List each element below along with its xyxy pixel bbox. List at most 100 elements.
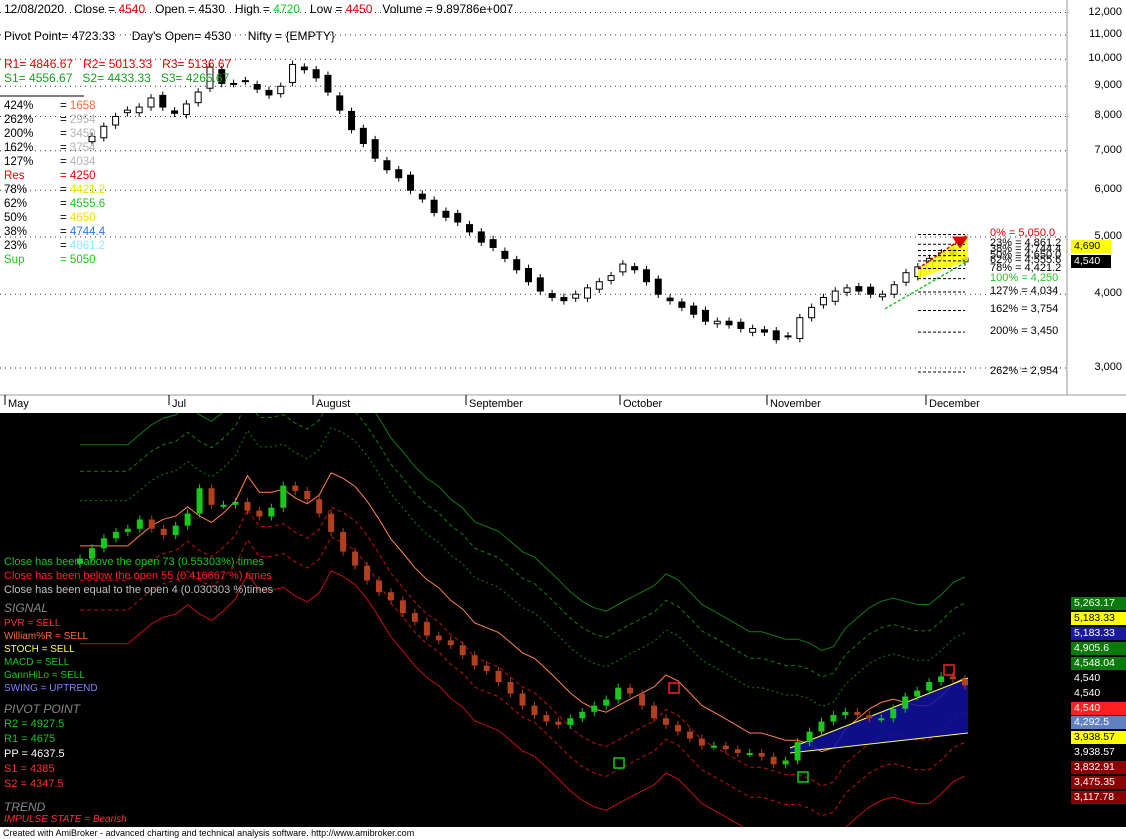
indicator-candle-body [435, 635, 442, 641]
header-low: 4450 [345, 2, 373, 16]
candle-body [560, 296, 568, 302]
candle-body [607, 275, 615, 281]
fib-value: 2954 [69, 114, 96, 126]
candle-body [796, 317, 804, 339]
indicator-value-tag: 4,905.6 [1071, 642, 1126, 655]
candle-body [890, 284, 898, 295]
trend-channel [790, 678, 968, 753]
candle-body [230, 82, 238, 85]
indicator-value-tag: 3,117.78 [1071, 791, 1126, 804]
candle-body [878, 293, 886, 298]
candle-body [383, 160, 391, 171]
candle-body [442, 210, 450, 218]
price-chart-panel[interactable]: 12/08/2020 Close = 4540 Open = 4530 High… [0, 0, 1126, 413]
month-label: May [8, 398, 29, 410]
candle-body [642, 269, 650, 283]
indicator-candle-body [387, 592, 394, 601]
candle-body [336, 95, 344, 111]
indicator-candle-body [531, 705, 538, 716]
fib-eq: = [60, 198, 70, 210]
pivot-title: PIVOT POINT [4, 702, 81, 716]
month-label: August [316, 398, 351, 410]
fib-level-right: 162% = 3,754 [990, 303, 1059, 316]
trend-title: TREND [4, 800, 46, 814]
indicator-candle-body [184, 513, 191, 526]
stat-close-above-open: Close has been above the open 73 (0.5530… [4, 556, 264, 568]
indicator-candle-body [902, 696, 909, 709]
candle-body [583, 287, 591, 299]
fib-level-left: Res = 4250 [4, 170, 96, 182]
chart-header-line1: 12/08/2020 Close = 4540 Open = 4530 High… [4, 2, 513, 16]
indicator-candle-body [782, 760, 789, 765]
indicator-candle-body [579, 711, 586, 719]
candle-body [725, 320, 733, 326]
indicator-candle-body [555, 721, 562, 725]
candle-body [265, 89, 273, 96]
signal-item: STOCH = SELL [4, 644, 75, 655]
candle-body [300, 66, 308, 71]
fib-value: 3450 [69, 128, 96, 140]
indicator-value-tag: 5,263.17 [1071, 597, 1126, 610]
candle-body [678, 301, 686, 308]
candle-body [454, 212, 462, 223]
header-low-label: Low = [309, 2, 346, 16]
candle-body [395, 169, 403, 179]
candle-body [819, 296, 827, 306]
impulse-state: IMPULSE STATE = Bearish [4, 814, 127, 825]
fib-level-left: 262% = 2954 [4, 114, 96, 126]
candle-body [843, 287, 851, 293]
fib-level-left: 62% = 4555.6 [4, 198, 105, 210]
indicator-candle-body [842, 711, 849, 716]
candle-body [666, 297, 674, 302]
price-axis-label: 10,000 [1088, 52, 1122, 65]
indicator-candle-body [328, 513, 335, 532]
fib-pct: Res [4, 170, 25, 182]
signal-item: PVR = SELL [4, 618, 61, 629]
candle-body [737, 321, 745, 329]
header-r2: R2= 5013.33 [83, 57, 153, 71]
fib-value: 1658 [69, 100, 96, 112]
header-high: 4720 [273, 2, 300, 16]
indicator-candle-body [399, 600, 406, 613]
indicator-chart-svg [77, 413, 969, 827]
indicator-value-tag: 3,938.57 [1071, 731, 1126, 744]
indicator-candle-body [423, 621, 430, 636]
candle-body [253, 84, 261, 90]
fib-eq: = [60, 156, 70, 168]
candle-body [159, 94, 167, 108]
header-volume: Volume = 9.89786e+007 [382, 2, 514, 16]
indicator-candle-body [100, 538, 107, 549]
indicator-candle-body [256, 510, 263, 517]
indicator-candle-body [914, 690, 921, 697]
fib-value: 4555.6 [69, 198, 106, 210]
fib-pct: 62% [4, 198, 28, 210]
indicator-candle-body [292, 485, 299, 491]
indicator-candle-body [722, 745, 729, 750]
header-nifty: Nifty = {EMPTY} [247, 29, 335, 43]
candle-body [407, 174, 415, 191]
footer-credit: Created with AmiBroker - advanced charti… [0, 827, 1126, 839]
indicator-candle-body [459, 645, 466, 656]
candle-body [619, 263, 627, 273]
candle-body [701, 309, 709, 322]
indicator-candle-body [340, 531, 347, 552]
fib-level-right: 200% = 3,450 [990, 325, 1059, 338]
fib-level-left: 78% = 4421.2 [4, 184, 105, 196]
fib-value: 4744.4 [69, 226, 106, 238]
indicator-candle-body [483, 665, 490, 671]
fib-level-left: Sup = 5050 [4, 254, 96, 266]
header-r3: R3= 5136.67 [162, 57, 232, 71]
fib-value: 4421.2 [69, 184, 106, 196]
fib-level-left: 200% = 3450 [4, 128, 96, 140]
candle-body [831, 290, 839, 302]
indicator-panel[interactable]: Close has been above the open 73 (0.5530… [0, 413, 1126, 827]
price-axis-label: 11,000 [1089, 27, 1122, 40]
indicator-candle-body [352, 551, 359, 566]
indicator-candle-body [603, 699, 610, 706]
pivot-item: PP = 4637.5 [4, 748, 65, 760]
candle-body [371, 139, 379, 159]
indicator-candle-body [746, 752, 753, 755]
fib-value: 4650 [69, 212, 96, 224]
sell-marker [668, 682, 680, 694]
month-label: Jul [172, 398, 187, 410]
